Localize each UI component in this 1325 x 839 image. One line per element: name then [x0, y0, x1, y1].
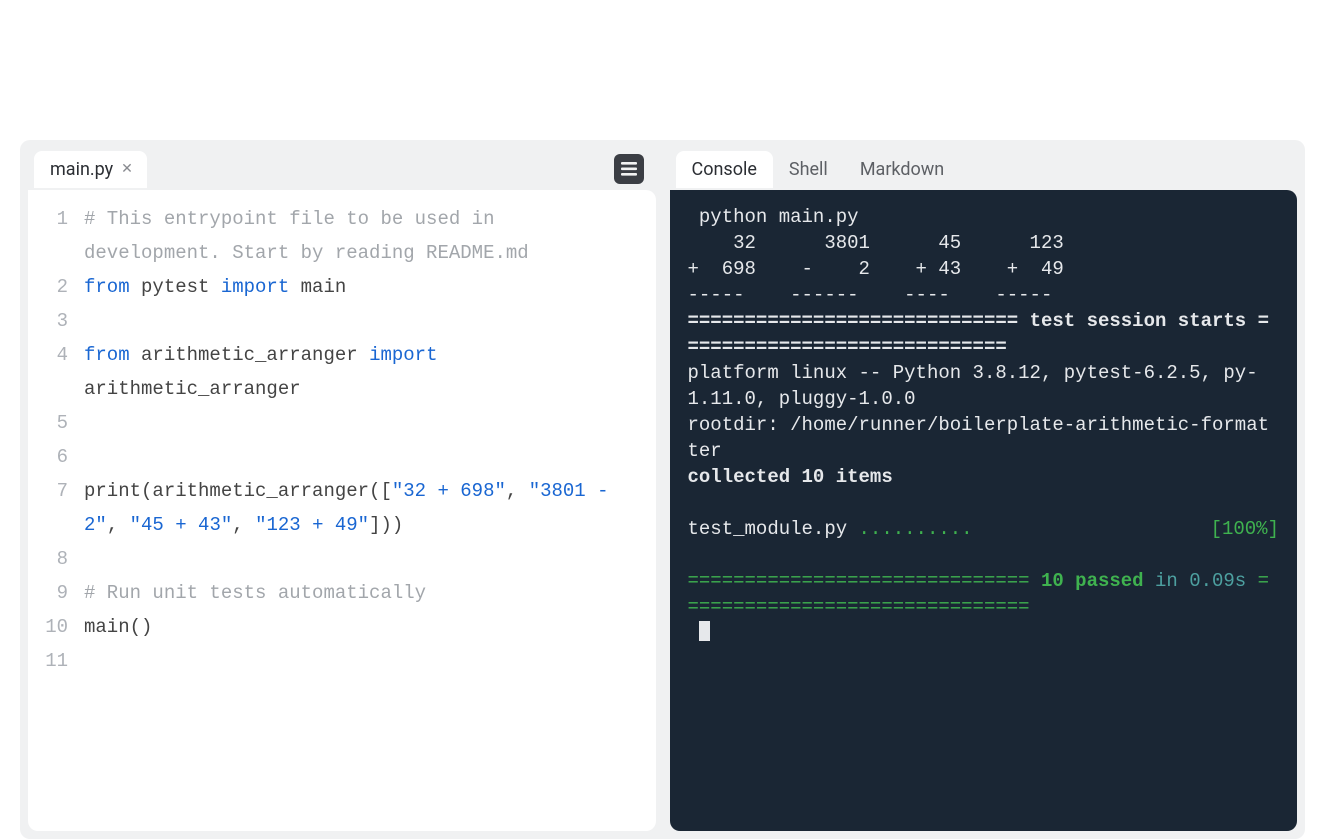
output-pane: ConsoleShellMarkdown python main.py 32 3…: [670, 148, 1298, 831]
collected-line: collected 10 items: [688, 466, 893, 488]
editor-tab-main[interactable]: main.py ✕: [34, 151, 147, 188]
pass-sep-pre: ==============================: [688, 570, 1041, 592]
code-line[interactable]: [84, 542, 656, 576]
tab-markdown[interactable]: Markdown: [844, 151, 960, 188]
line-number: 10: [28, 610, 84, 644]
code-line[interactable]: # This entrypoint file to be used in dev…: [84, 202, 656, 270]
close-icon[interactable]: ✕: [119, 161, 133, 177]
line-number: 5: [28, 406, 84, 440]
console-output[interactable]: python main.py 32 3801 45 123 + 698 - 2 …: [670, 190, 1298, 831]
editor-tabs-row: main.py ✕: [28, 148, 656, 190]
code-line[interactable]: [84, 406, 656, 440]
line-number: 11: [28, 644, 84, 678]
platform-line: platform linux -- Python 3.8.12, pytest-…: [688, 362, 1258, 410]
line-number: 6: [28, 440, 84, 474]
test-dots: ..........: [859, 518, 973, 540]
output-tabs-row: ConsoleShellMarkdown: [670, 148, 1298, 190]
tab-shell[interactable]: Shell: [773, 151, 844, 188]
code-line[interactable]: print(arithmetic_arranger(["32 + 698", "…: [84, 474, 656, 542]
line-number: 2: [28, 270, 84, 304]
session-label: test session starts: [1030, 310, 1247, 332]
arranged-row-3: ----- ------ ---- -----: [688, 284, 1053, 306]
pass-mid: in 0.09s: [1144, 570, 1247, 592]
arranged-row-1: 32 3801 45 123: [688, 232, 1064, 254]
cursor-icon: [699, 621, 710, 641]
code-line[interactable]: [84, 440, 656, 474]
editor-pane: main.py ✕ 1# This entrypoint file to be …: [28, 148, 656, 831]
code-line[interactable]: from pytest import main: [84, 270, 656, 304]
session-sep-pre: =============================: [688, 310, 1030, 332]
code-line[interactable]: [84, 644, 656, 678]
pass-label: 10 passed: [1041, 570, 1144, 592]
code-line[interactable]: [84, 304, 656, 338]
code-line[interactable]: from arithmetic_arranger import arithmet…: [84, 338, 656, 406]
editor-tab-filename: main.py: [50, 159, 113, 180]
code-line[interactable]: main(): [84, 610, 656, 644]
line-number: 3: [28, 304, 84, 338]
code-line[interactable]: # Run unit tests automatically: [84, 576, 656, 610]
tab-console[interactable]: Console: [676, 151, 773, 188]
line-number: 9: [28, 576, 84, 610]
hamburger-icon[interactable]: [614, 154, 644, 184]
line-number: 8: [28, 542, 84, 576]
line-number: 4: [28, 338, 84, 406]
rootdir-line: rootdir: /home/runner/boilerplate-arithm…: [688, 414, 1270, 462]
test-file: test_module.py: [688, 518, 859, 540]
line-number: 7: [28, 474, 84, 542]
line-number: 1: [28, 202, 84, 270]
arranged-row-2: + 698 - 2 + 43 + 49: [688, 258, 1064, 280]
test-percent: [100%]: [1211, 518, 1279, 540]
code-editor[interactable]: 1# This entrypoint file to be used in de…: [28, 190, 656, 831]
console-command: python main.py: [699, 206, 859, 228]
